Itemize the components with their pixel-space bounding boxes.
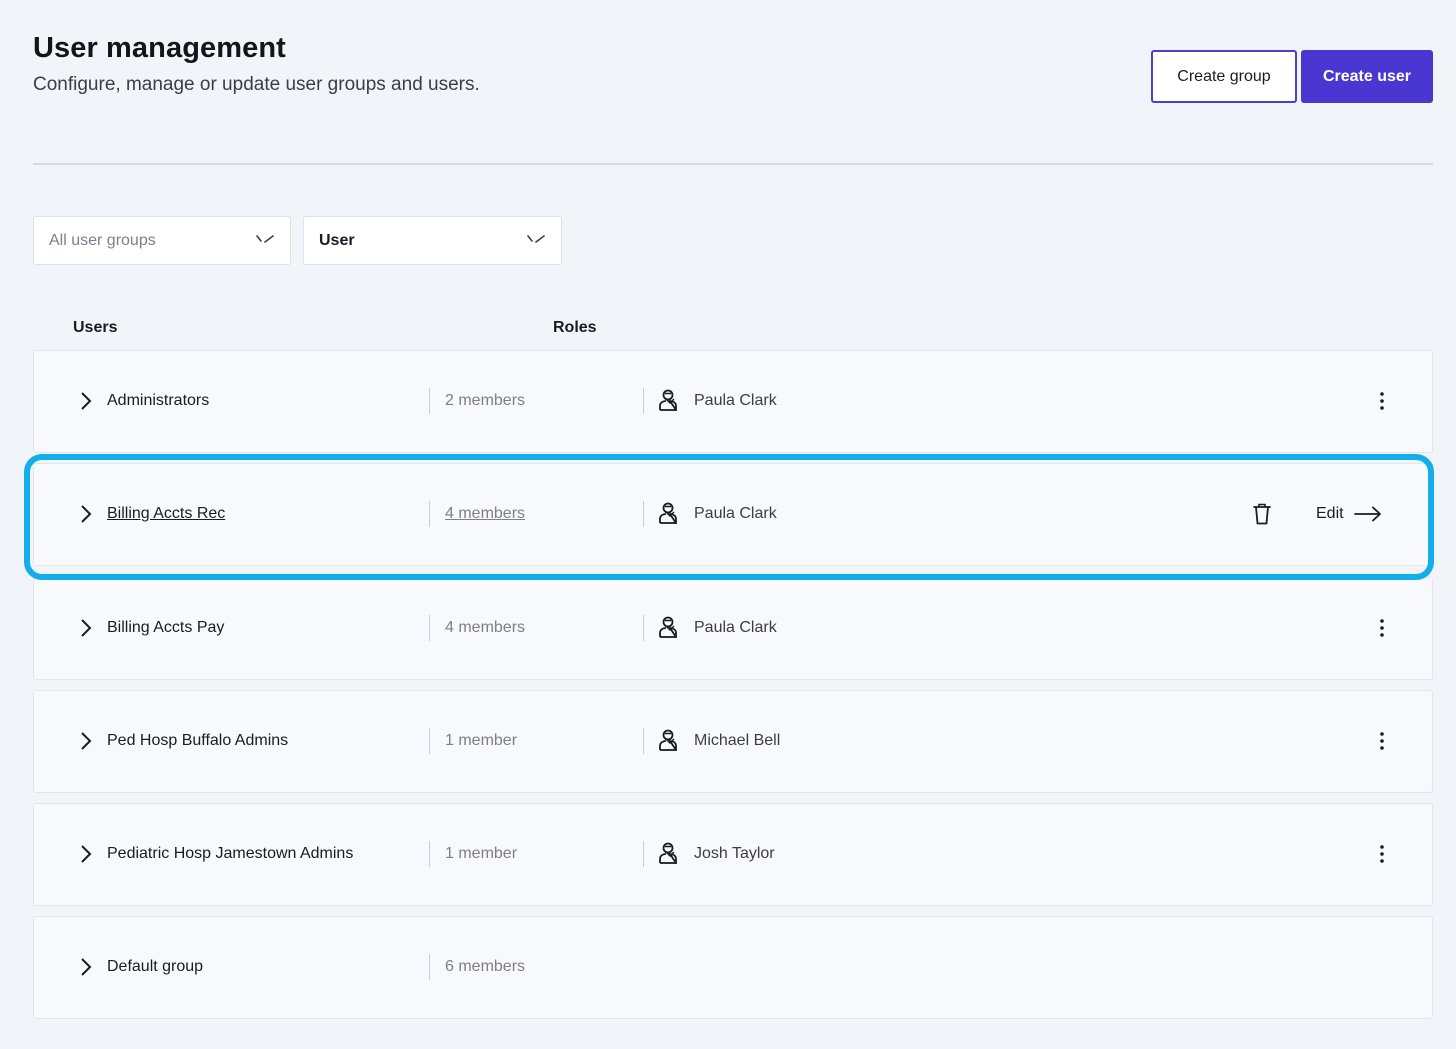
column-separator [643,388,644,414]
group-owner: Paula Clark [694,392,777,409]
column-separator [429,954,430,980]
edit-label: Edit [1316,505,1344,522]
more-vertical-icon[interactable] [1373,389,1391,413]
column-separator [429,615,430,641]
column-separator [643,615,644,641]
group-row[interactable]: Default group 6 members [33,916,1433,1019]
group-member-count: 1 member [445,732,518,749]
group-name: Billing Accts Pay [107,619,225,636]
chevron-down-icon [256,235,274,243]
more-vertical-icon[interactable] [1373,842,1391,866]
user-icon [659,616,677,638]
user-type-filter-select[interactable]: User [303,216,562,265]
group-member-count: 4 members [445,619,526,636]
column-header-users: Users [73,319,118,336]
group-owner: Paula Clark [694,505,777,522]
group-row[interactable]: Ped Hosp Buffalo Admins 1 member Michael… [33,690,1433,793]
user-group-filter-value: All user groups [49,231,156,249]
user-icon [659,842,677,864]
group-name-link[interactable]: Billing Accts Rec [107,504,225,524]
chevron-right-icon[interactable] [78,391,94,411]
group-member-count: 2 members [445,392,526,409]
user-group-filter-select[interactable]: All user groups [33,216,291,265]
group-name: Pediatric Hosp Jamestown Admins [107,845,354,862]
edit-group-button[interactable]: Edit [1316,504,1382,524]
more-vertical-icon[interactable] [1373,729,1391,753]
group-name: Ped Hosp Buffalo Admins [107,732,289,749]
group-row[interactable]: Billing Accts Pay 4 members Paula Clark [33,577,1433,680]
chevron-right-icon[interactable] [78,957,94,977]
column-header-roles: Roles [553,319,597,336]
group-name: Administrators [107,392,210,409]
group-member-count: 6 members [445,958,526,975]
trash-icon[interactable] [1253,503,1271,525]
chevron-right-icon[interactable] [78,504,94,524]
chevron-right-icon[interactable] [78,618,94,638]
group-owner: Michael Bell [694,732,781,749]
group-row[interactable]: Administrators 2 members Paula Clark [33,350,1433,453]
column-separator [429,841,430,867]
column-separator [643,728,644,754]
more-vertical-icon[interactable] [1373,616,1391,640]
create-group-button[interactable]: Create group [1151,50,1297,103]
page-subtitle: Configure, manage or update user groups … [33,74,480,95]
column-separator [429,501,430,527]
column-separator [643,501,644,527]
column-separator [429,728,430,754]
chevron-down-icon [527,235,545,243]
page-title: User management [33,32,286,64]
chevron-right-icon[interactable] [78,844,94,864]
page-header: User management Configure, manage or upd… [33,30,1433,110]
user-type-filter-value: User [319,231,355,249]
create-user-button[interactable]: Create user [1301,50,1433,103]
group-row[interactable]: Pediatric Hosp Jamestown Admins 1 member… [33,803,1433,906]
group-row[interactable]: Billing Accts Rec 4 members Paula Clark … [33,463,1433,566]
group-owner: Paula Clark [694,619,777,636]
user-icon [659,389,677,411]
arrow-right-icon [1353,506,1381,522]
group-member-count-link[interactable]: 4 members [445,504,525,524]
user-icon [659,729,677,751]
group-member-count: 1 member [445,845,518,862]
group-owner: Josh Taylor [694,845,775,862]
column-separator [643,841,644,867]
column-separator [429,388,430,414]
user-icon [659,502,677,524]
group-name: Default group [107,958,204,975]
header-divider [33,163,1433,165]
chevron-right-icon[interactable] [78,731,94,751]
